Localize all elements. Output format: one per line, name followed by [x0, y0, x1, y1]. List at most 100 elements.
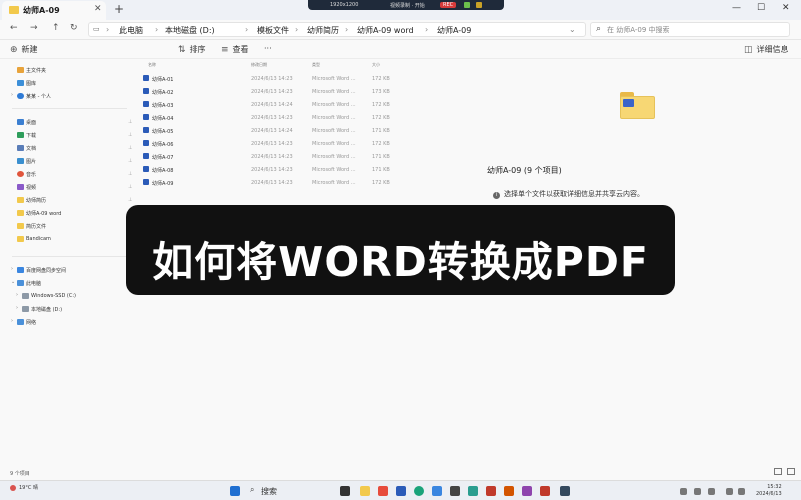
- file-row[interactable]: 幼师A-09 2024/6/13 14:23 Microsoft Word ... 1…: [135, 176, 397, 189]
- file-row[interactable]: 幼师A-07 2024/6/13 14:23 Microsoft Word ... 1…: [135, 150, 397, 163]
- refresh-button[interactable]: ↻: [70, 23, 78, 33]
- word-icon[interactable]: [396, 486, 406, 496]
- pin-icon[interactable]: ⊥: [128, 197, 132, 203]
- sidebar-item-downloads[interactable]: 下载: [0, 129, 133, 141]
- minimize-button[interactable]: —: [732, 3, 741, 13]
- chevron-right-icon[interactable]: ›: [11, 266, 13, 272]
- sidebar-item-pictures[interactable]: 图片: [0, 155, 133, 167]
- pin-icon[interactable]: ⊥: [128, 158, 132, 164]
- app-icon[interactable]: [378, 486, 388, 496]
- more-options-button[interactable]: ···: [264, 44, 272, 53]
- sidebar-item-bandicam[interactable]: Bandicam: [0, 233, 133, 245]
- sidebar-item-drive-c[interactable]: › Windows-SSD (C:): [0, 290, 133, 302]
- sidebar-item-this-pc[interactable]: ⌄ 此电脑: [0, 277, 133, 289]
- recorder-label[interactable]: 视频录制 · 开始: [390, 2, 425, 9]
- sidebar-item-documents[interactable]: 文档: [0, 142, 133, 154]
- sidebar-item-baidu-sync[interactable]: › 百度网盘同步空间: [0, 264, 133, 276]
- sidebar-item-drive-d[interactable]: › 本地磁盘 (D:): [0, 303, 133, 315]
- sidebar-item-gallery[interactable]: 图库: [0, 77, 133, 89]
- app-icon[interactable]: [450, 486, 460, 496]
- app-icon[interactable]: [560, 486, 570, 496]
- windows-start-icon[interactable]: [230, 486, 240, 496]
- large-icons-view-icon[interactable]: [787, 468, 795, 475]
- crumb-word-folder[interactable]: 幼师A-09 word: [357, 25, 414, 36]
- chevron-right-icon[interactable]: ›: [11, 318, 13, 324]
- sort-button[interactable]: ⇅ 排序: [178, 44, 206, 55]
- new-tab-button[interactable]: +: [114, 2, 124, 16]
- clock[interactable]: 15:32 2024/6/13: [756, 484, 782, 498]
- pin-icon[interactable]: ⊥: [128, 119, 132, 125]
- file-row[interactable]: 幼师A-04 2024/6/13 14:23 Microsoft Word ... 1…: [135, 111, 397, 124]
- tray-icon[interactable]: [694, 488, 701, 495]
- up-button[interactable]: ↑: [52, 23, 60, 33]
- pin-icon[interactable]: ⊥: [128, 171, 132, 177]
- breadcrumb[interactable]: ▭ › 此电脑 › 本地磁盘 (D:) › 模板文件 › 幼师简历 › 幼师A-…: [88, 22, 586, 37]
- view-button[interactable]: ≡ 查看: [221, 44, 249, 55]
- crumb-resumes[interactable]: 幼师简历: [307, 25, 339, 36]
- sidebar-item-onedrive[interactable]: › 某某 - 个人: [0, 90, 133, 102]
- app-icon[interactable]: [540, 486, 550, 496]
- forward-button[interactable]: →: [30, 23, 38, 33]
- column-header-size[interactable]: 大小: [372, 62, 380, 68]
- file-row[interactable]: 幼师A-05 2024/6/13 14:24 Microsoft Word ... 1…: [135, 124, 397, 137]
- task-view-icon[interactable]: [340, 486, 350, 496]
- recorder-icon[interactable]: [486, 486, 496, 496]
- file-row[interactable]: 幼师A-08 2024/6/13 14:23 Microsoft Word ... 1…: [135, 163, 397, 176]
- app-icon[interactable]: [504, 486, 514, 496]
- pin-icon[interactable]: ⊥: [128, 145, 132, 151]
- sidebar-item-resume-files[interactable]: 简历文件: [0, 220, 133, 232]
- pen-icon[interactable]: [476, 2, 482, 8]
- details-pane-button[interactable]: ◫ 详细信息: [744, 44, 789, 55]
- file-row[interactable]: 幼师A-01 2024/6/13 14:23 Microsoft Word ... 1…: [135, 72, 397, 85]
- sidebar-item-word-folder[interactable]: 幼师A-09 word: [0, 207, 133, 219]
- sidebar-item-network[interactable]: › 网络: [0, 316, 133, 328]
- file-explorer-icon[interactable]: [360, 486, 370, 496]
- word-document-icon: [143, 127, 149, 133]
- chevron-down-icon[interactable]: ⌄: [11, 279, 15, 285]
- weather-widget[interactable]: 19°C 晴: [10, 484, 38, 491]
- chevron-right-icon[interactable]: ›: [11, 92, 13, 98]
- sidebar-item-home[interactable]: 主文件夹: [0, 64, 133, 76]
- tray-chevron-icon[interactable]: [680, 488, 687, 495]
- file-row[interactable]: 幼师A-06 2024/6/13 14:23 Microsoft Word ... 1…: [135, 137, 397, 150]
- search-input[interactable]: 在 幼师A-09 中搜索: [607, 25, 670, 35]
- file-name: 幼师A-05: [152, 129, 174, 135]
- chevron-right-icon[interactable]: ›: [16, 305, 18, 311]
- tab-current-folder[interactable]: 幼师A-09 ✕: [2, 1, 106, 20]
- app-icon[interactable]: [432, 486, 442, 496]
- sidebar-item-videos[interactable]: 视频: [0, 181, 133, 193]
- new-button[interactable]: ⊕ 新建: [10, 44, 38, 55]
- close-window-button[interactable]: ✕: [782, 3, 790, 13]
- crumb-current[interactable]: 幼师A-09: [437, 25, 471, 36]
- pin-icon[interactable]: ⊥: [128, 184, 132, 190]
- volume-icon[interactable]: [738, 488, 745, 495]
- maximize-button[interactable]: ☐: [757, 3, 765, 13]
- crumb-drive-d[interactable]: 本地磁盘 (D:): [165, 25, 215, 36]
- tab-close-button[interactable]: ✕: [94, 4, 102, 14]
- column-header-date[interactable]: 修改日期: [251, 62, 267, 68]
- sidebar-item-label: Windows-SSD (C:): [31, 293, 76, 299]
- app-icon[interactable]: [468, 486, 478, 496]
- record-button[interactable]: REC: [440, 2, 457, 8]
- edge-icon[interactable]: [414, 486, 424, 496]
- back-button[interactable]: ←: [10, 23, 18, 33]
- chevron-right-icon[interactable]: ›: [16, 292, 18, 298]
- sidebar-item-music[interactable]: 音乐: [0, 168, 133, 180]
- wifi-icon[interactable]: [726, 488, 733, 495]
- tray-icon[interactable]: [708, 488, 715, 495]
- chevron-down-icon[interactable]: ⌄: [569, 25, 576, 34]
- camera-icon[interactable]: [464, 2, 470, 8]
- search-box[interactable]: ⌕ 在 幼师A-09 中搜索: [590, 22, 790, 37]
- sidebar-item-resumes[interactable]: 幼师简历: [0, 194, 133, 206]
- app-icon[interactable]: [522, 486, 532, 496]
- details-view-icon[interactable]: [774, 468, 782, 475]
- column-header-type[interactable]: 类型: [312, 62, 320, 68]
- file-row[interactable]: 幼师A-02 2024/6/13 14:23 Microsoft Word ... 1…: [135, 85, 397, 98]
- crumb-templates[interactable]: 模板文件: [257, 25, 289, 36]
- file-row[interactable]: 幼师A-03 2024/6/13 14:24 Microsoft Word ... 1…: [135, 98, 397, 111]
- sidebar-item-desktop[interactable]: 桌面: [0, 116, 133, 128]
- pin-icon[interactable]: ⊥: [128, 132, 132, 138]
- column-header-name[interactable]: 名称: [148, 62, 156, 68]
- crumb-this-pc[interactable]: 此电脑: [119, 25, 143, 36]
- taskbar-search[interactable]: ⌕ 搜索: [248, 485, 328, 497]
